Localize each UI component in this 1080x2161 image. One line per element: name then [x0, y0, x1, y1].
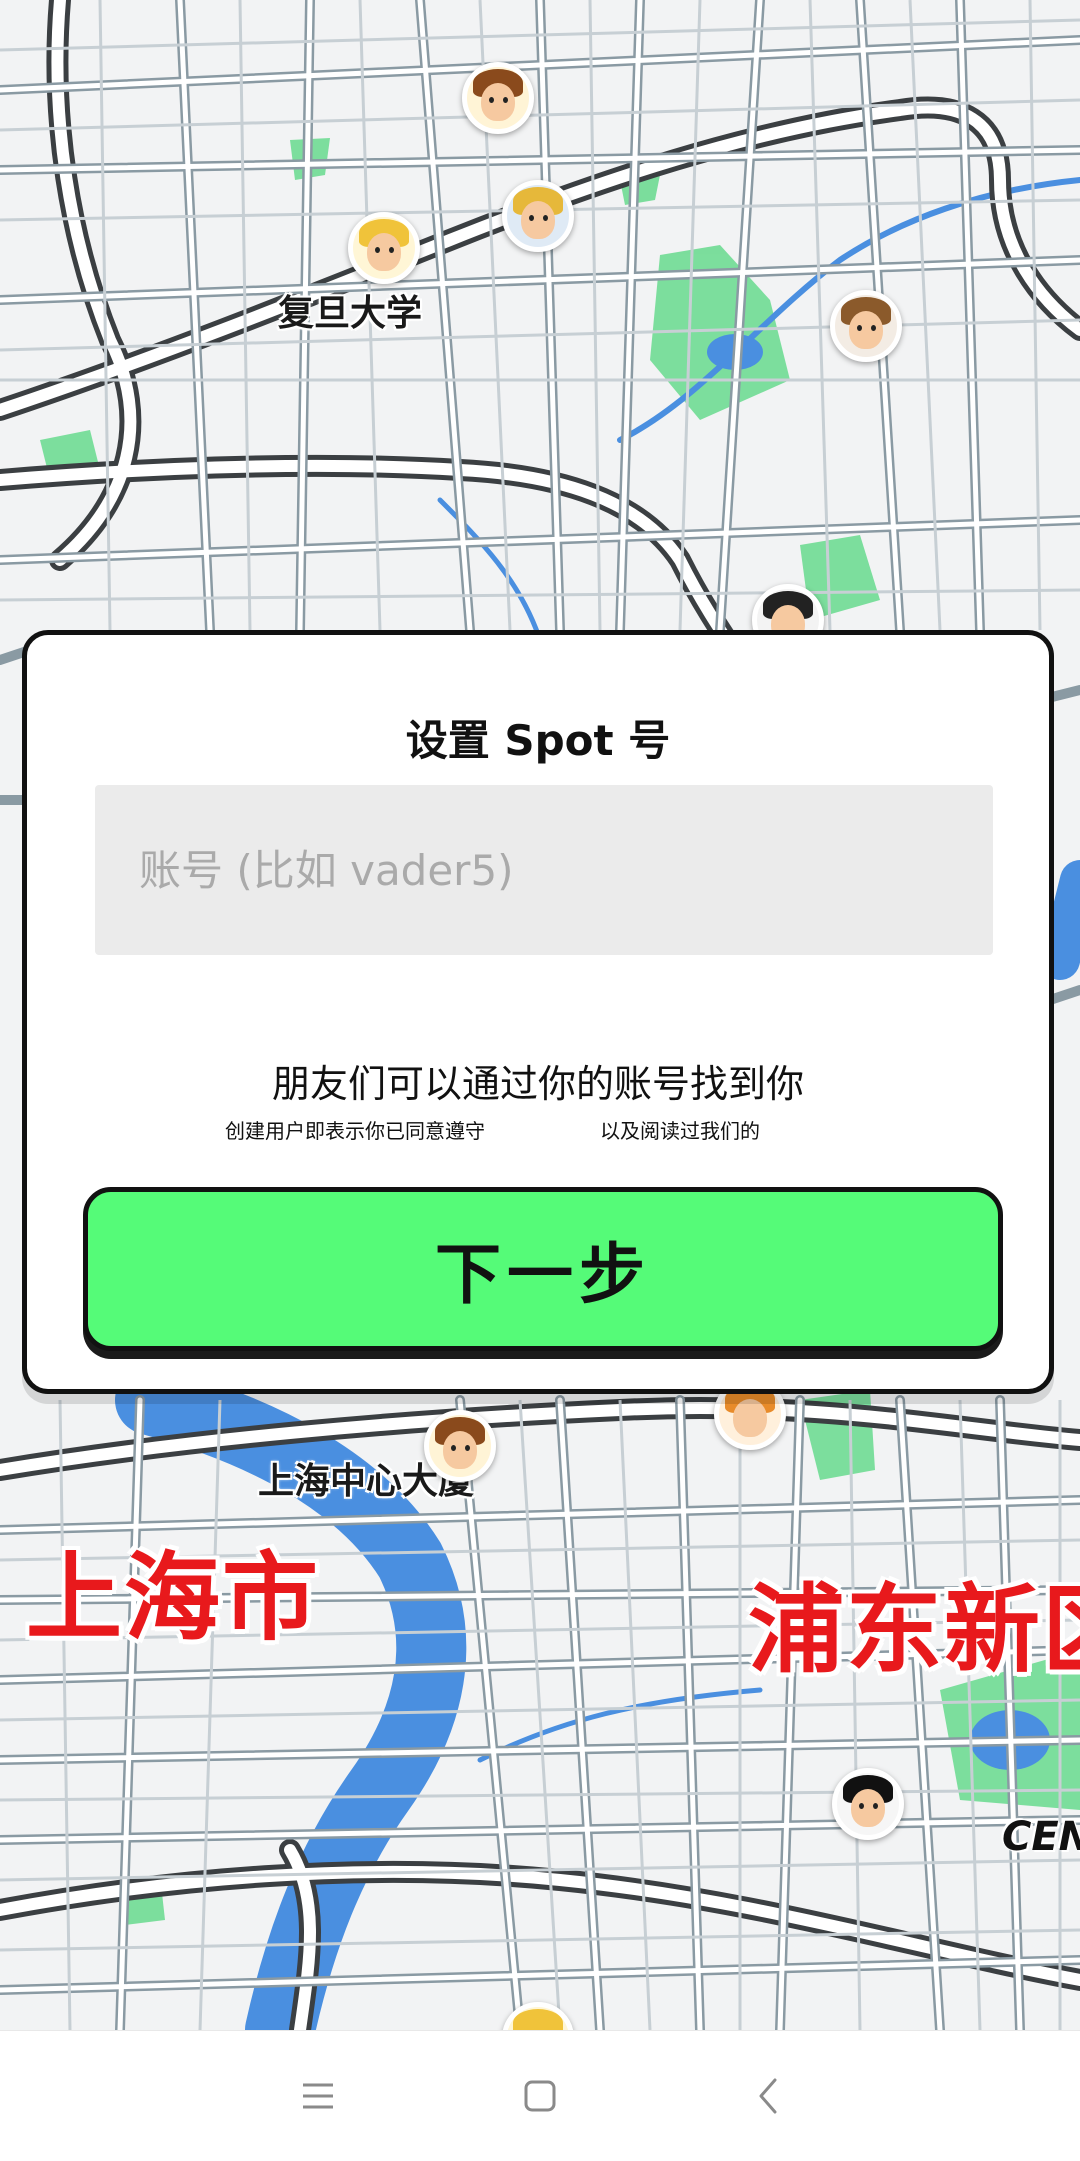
avatar-black-hair-man-icon[interactable] [832, 1768, 904, 1840]
avatar-blonde-girl-icon[interactable] [502, 180, 574, 252]
terms-text-part2: 以及阅读过我们的 [600, 1119, 760, 1143]
back-chevron-icon [759, 2078, 777, 2114]
terms-row: 创建用户即表示你已同意遵守 以及阅读过我们的 [27, 1115, 1049, 1149]
district-label-shanghai: 上海市 [26, 1542, 320, 1654]
terms-text-part1: 创建用户即表示你已同意遵守 [225, 1119, 485, 1143]
system-navigation-bar [0, 2030, 1080, 2161]
en-label-cen: CEN [1002, 1814, 1080, 1860]
avatar-headphones-boy-icon[interactable] [462, 62, 534, 134]
back-button[interactable] [733, 2061, 803, 2131]
poi-label-fudan[interactable]: 复旦大学 [278, 284, 422, 336]
menu-button[interactable] [283, 2061, 353, 2131]
account-input[interactable] [95, 785, 993, 955]
home-square-icon [524, 2080, 556, 2112]
set-spot-id-dialog: 设置 Spot 号 朋友们可以通过你的账号找到你 创建用户即表示你已同意遵守 以… [22, 630, 1054, 1394]
next-button[interactable]: 下一步 [83, 1187, 1003, 1351]
district-label-pudong: 浦东新区 [748, 1574, 1080, 1686]
menu-icon [303, 2083, 333, 2109]
avatar-blonde-girl-2-icon[interactable] [348, 212, 420, 284]
home-button[interactable] [505, 2061, 575, 2131]
avatar-glasses-man-icon[interactable] [830, 290, 902, 362]
avatar-headphones-boy-2-icon[interactable] [424, 1410, 496, 1482]
hint-text: 朋友们可以通过你的账号找到你 [271, 1062, 804, 1106]
dialog-title: 设置 Spot 号 [405, 716, 671, 765]
next-button-label: 下一步 [435, 1236, 651, 1313]
